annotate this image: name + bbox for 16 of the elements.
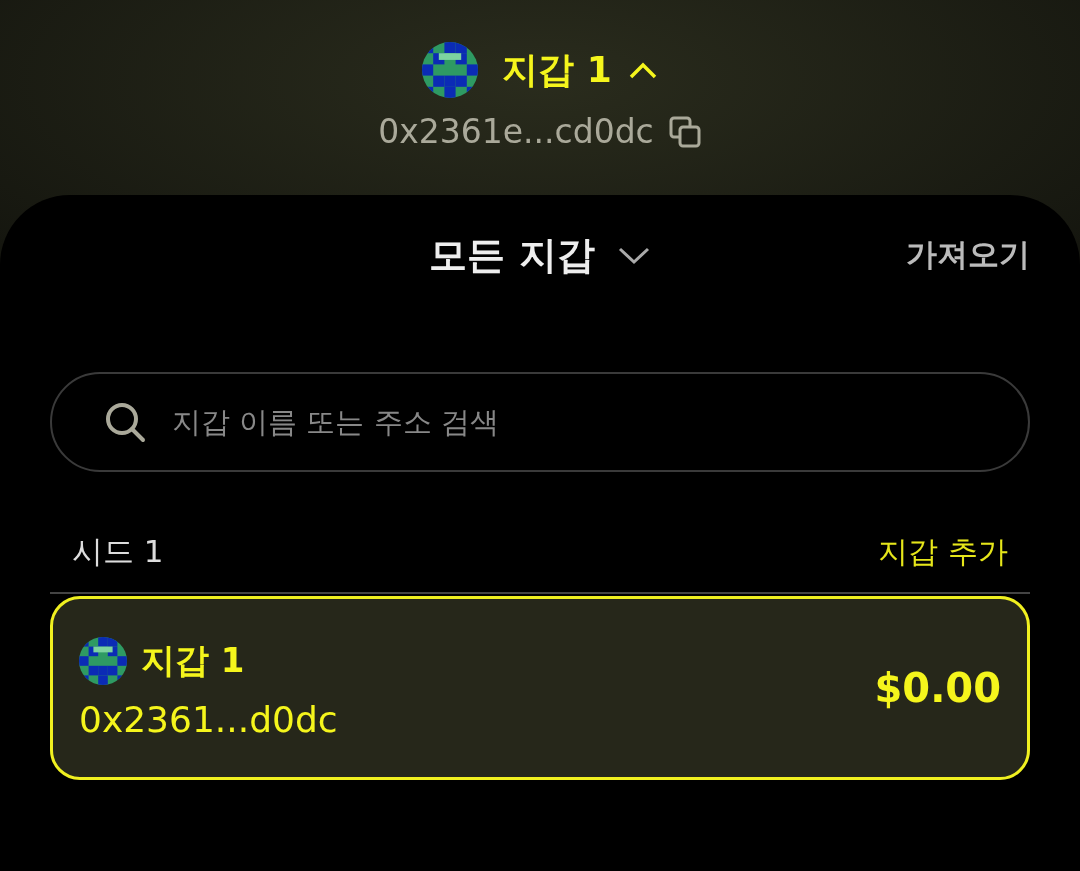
wallet-name: 지갑 1 [141, 638, 245, 682]
wallet-card[interactable]: 지갑 1 0x2361...d0dc $0.00 [50, 596, 1030, 780]
avatar-icon [79, 636, 127, 685]
wallet-address: 0x2361...d0dc [79, 698, 338, 740]
add-wallet-link[interactable]: 지갑 추가 [878, 531, 1008, 573]
seed-label: 시드 1 [72, 532, 164, 571]
wallet-address: 0x2361e...cd0dc [378, 112, 654, 151]
search-icon [104, 401, 146, 443]
wallet-balance: $0.00 [874, 665, 1001, 711]
caret-icon [627, 60, 658, 80]
copy-icon[interactable] [667, 114, 702, 149]
search-field[interactable]: 지갑 이름 또는 주소 검색 [50, 372, 1030, 472]
chevron-down-icon [616, 245, 651, 265]
wallet-filter-dropdown[interactable]: 모든 지갑 [429, 229, 651, 281]
wallet-switcher[interactable]: 지갑 1 [502, 45, 658, 95]
import-link[interactable]: 가져오기 [906, 234, 1030, 276]
